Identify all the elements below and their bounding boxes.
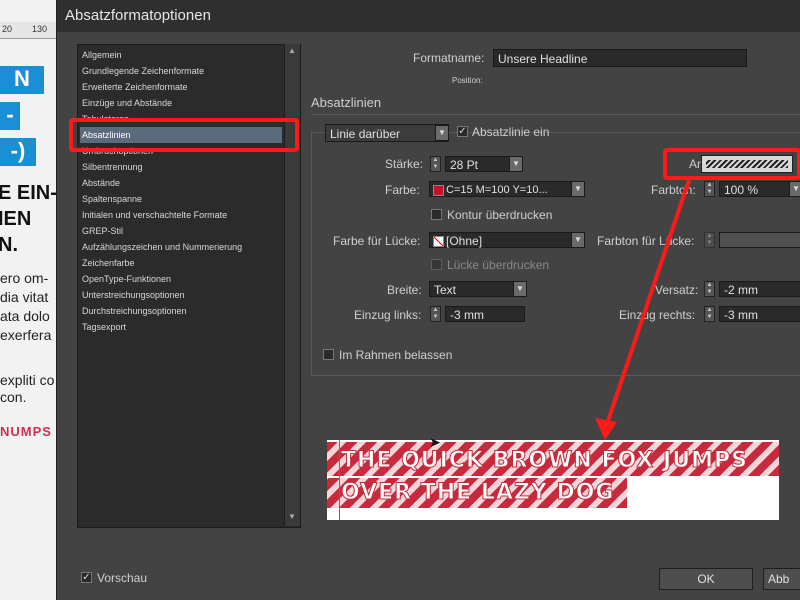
paragraph-style-options-dialog: Absatzformatoptionen Allgemein Grundlege… bbox=[56, 0, 800, 600]
doc-headline-line: N. bbox=[0, 234, 18, 256]
ruler-tick: 130 bbox=[32, 24, 48, 34]
doc-headline-line: IEN bbox=[0, 208, 32, 230]
ruler-tick: 20 bbox=[2, 24, 13, 34]
arrow-line bbox=[605, 179, 691, 425]
doc-headline-line: E EIN- bbox=[0, 182, 57, 204]
doc-body-line: ero om- bbox=[0, 270, 49, 286]
doc-body-line: con. bbox=[0, 389, 27, 405]
doc-blue-box: - bbox=[0, 102, 20, 130]
checkbox-icon[interactable]: ✓ bbox=[81, 572, 92, 583]
annotation-arrow bbox=[595, 179, 691, 440]
ruler: 20 130 bbox=[0, 22, 62, 39]
doc-blue-box: -) bbox=[0, 138, 36, 166]
doc-body-line: exerfera bbox=[0, 327, 52, 343]
doc-caps-line: NUMPS bbox=[0, 424, 52, 439]
doc-body-line: ata dolo bbox=[0, 308, 50, 324]
doc-body-line: dia vitat bbox=[0, 289, 49, 305]
background-document: 20 130 N - -) E EIN- IEN N. ero om- dia … bbox=[0, 0, 62, 600]
vorschau-label[interactable]: Vorschau bbox=[97, 571, 147, 585]
doc-blue-box: N bbox=[0, 66, 44, 94]
doc-body-line: expliti co bbox=[0, 372, 55, 388]
cancel-button[interactable]: Abb bbox=[763, 568, 800, 590]
arrow-head bbox=[595, 418, 617, 440]
ok-button[interactable]: OK bbox=[659, 568, 753, 590]
